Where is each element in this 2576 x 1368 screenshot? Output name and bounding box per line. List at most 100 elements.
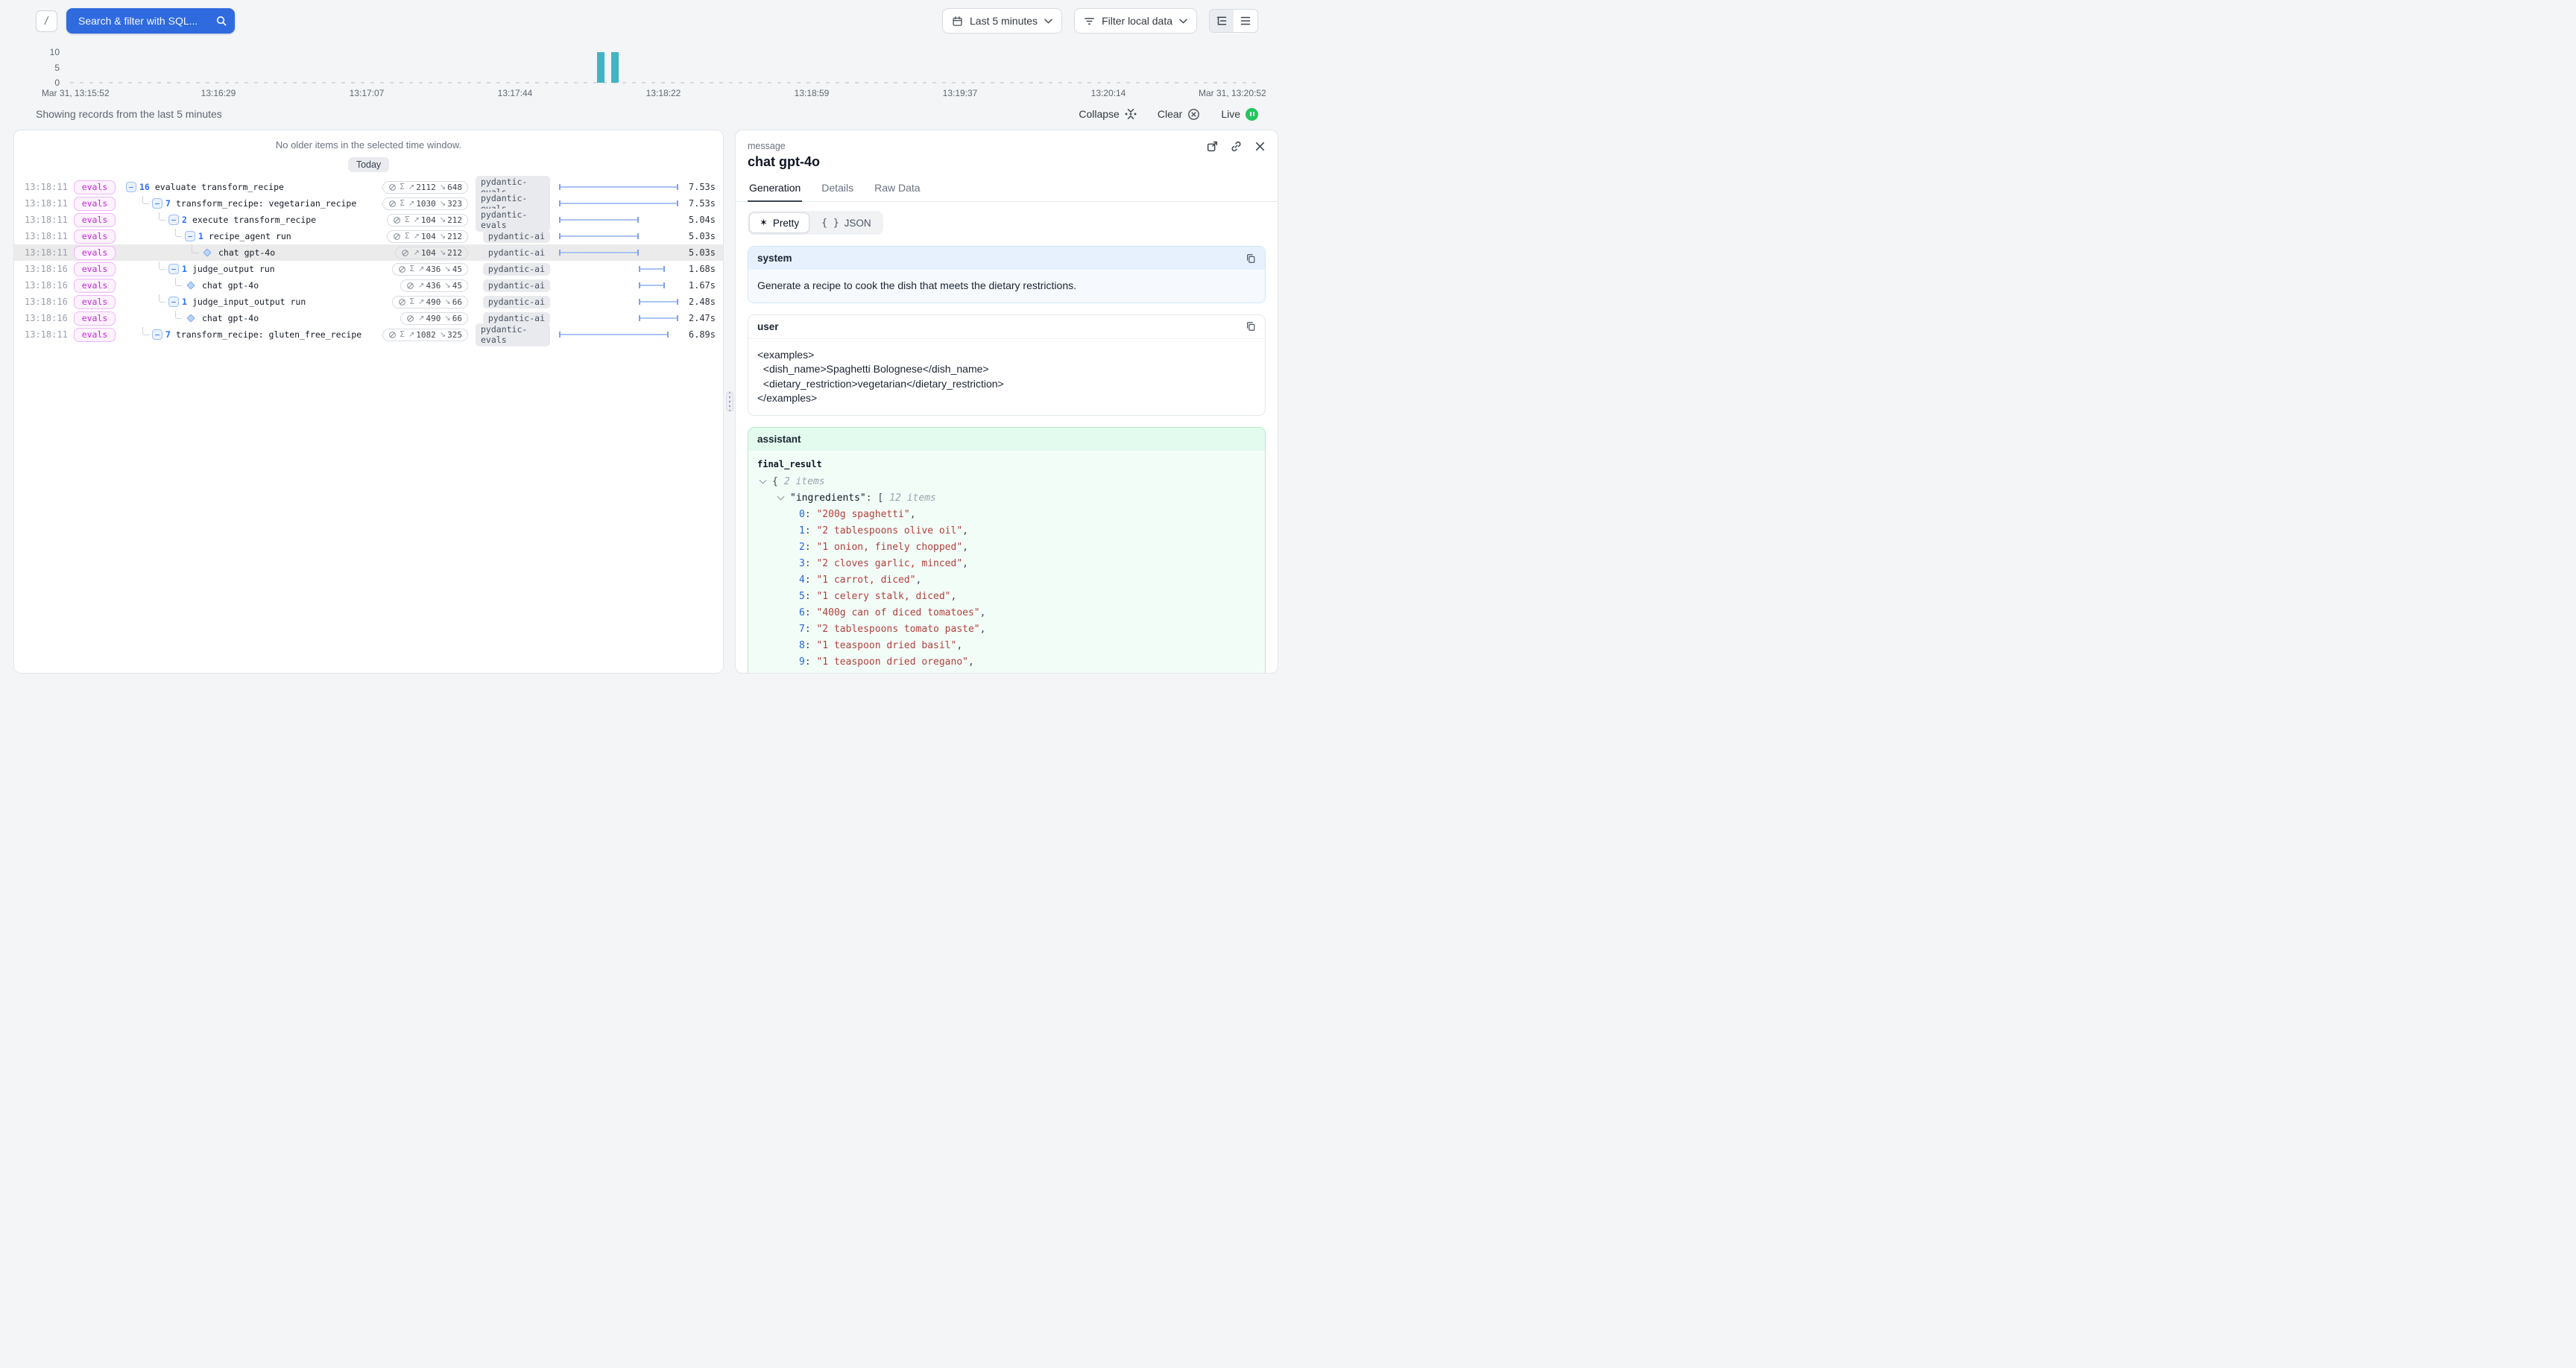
evals-badge[interactable]: evals: [74, 311, 116, 326]
duration-gantt: [559, 329, 678, 341]
trace-row[interactable]: 13:18:11evalschat gpt-4o↗104↘212pydantic…: [14, 244, 723, 261]
duration-label: 7.53s: [678, 182, 716, 192]
live-toggle[interactable]: Live: [1221, 108, 1258, 121]
attributes-token-chip[interactable]: Σ↗2112↘648: [382, 181, 468, 194]
keyboard-shortcut-button[interactable]: /: [36, 10, 57, 32]
chart-plot[interactable]: [70, 42, 1257, 83]
arrow-up-right-icon: ↗: [408, 331, 414, 339]
framework-tag[interactable]: pydantic-evals: [476, 209, 550, 232]
trace-row[interactable]: 13:18:16evalschat gpt-4o↗436↘45pydantic-…: [14, 277, 723, 294]
view-mode-pretty[interactable]: ✶Pretty: [749, 212, 809, 233]
attributes-token-chip[interactable]: Σ↗1030↘323: [382, 197, 468, 210]
tab-generation[interactable]: Generation: [748, 177, 802, 202]
collapse-icon: [1125, 108, 1137, 120]
attributes-icon: [398, 265, 406, 273]
evals-badge[interactable]: evals: [74, 180, 116, 194]
row-timestamp: 13:18:16: [25, 297, 71, 307]
trace-row[interactable]: 13:18:11evals−2execute transform_recipeΣ…: [14, 212, 723, 228]
arrow-down-right-icon: ↘: [440, 249, 446, 257]
view-mode-json[interactable]: { }JSON: [811, 212, 882, 233]
child-count: 1: [198, 231, 203, 241]
evals-badge[interactable]: evals: [74, 197, 116, 211]
framework-tag[interactable]: pydantic-ai: [483, 247, 550, 259]
tokens-out: ↘45: [444, 265, 462, 274]
duration-label: 7.53s: [678, 198, 716, 209]
search-input[interactable]: [77, 14, 215, 28]
attributes-token-chip[interactable]: Σ↗436↘45: [392, 263, 468, 276]
collapse-all-button[interactable]: Collapse: [1079, 108, 1136, 120]
collapse-toggle[interactable]: −1: [168, 297, 187, 307]
json-array-item: 0: "200g spaghetti",: [757, 507, 1256, 523]
evals-badge[interactable]: evals: [74, 328, 116, 342]
attributes-icon: [388, 200, 397, 208]
chart-baseline-ticks: [70, 82, 1257, 83]
view-toggle-list[interactable]: [1234, 10, 1257, 32]
evals-badge[interactable]: evals: [74, 262, 116, 276]
filter-local-data-dropdown[interactable]: Filter local data: [1074, 8, 1197, 34]
framework-tag[interactable]: pydantic-ai: [483, 263, 550, 276]
span-name: chat gpt-4o: [218, 247, 275, 258]
collapse-toggle[interactable]: −7: [152, 198, 171, 209]
attributes-token-chip[interactable]: ↗436↘45: [400, 279, 468, 292]
expand-caret-icon[interactable]: [777, 493, 785, 500]
close-icon[interactable]: [1254, 140, 1266, 153]
tokens-in: ↗104: [413, 248, 435, 258]
histogram-bar[interactable]: [597, 52, 604, 83]
clear-button[interactable]: Clear: [1158, 108, 1200, 121]
arrow-down-right-icon: ↘: [440, 183, 446, 191]
attributes-token-chip[interactable]: Σ↗104↘212: [387, 214, 468, 227]
attributes-token-chip[interactable]: Σ↗1082↘325: [382, 329, 468, 341]
child-count: 1: [182, 297, 187, 307]
trace-row[interactable]: 13:18:16evals−1judge_input_output runΣ↗4…: [14, 294, 723, 310]
trace-row[interactable]: 13:18:11evals−1recipe_agent runΣ↗104↘212…: [14, 228, 723, 244]
collapse-toggle[interactable]: −2: [168, 215, 187, 225]
duration-gantt: [559, 230, 678, 242]
evals-badge[interactable]: evals: [74, 279, 116, 293]
topbar: / Last 5 minutes: [0, 0, 1288, 42]
json-root-summary: 2 items: [784, 476, 825, 487]
copy-icon[interactable]: [1246, 253, 1256, 264]
time-range-dropdown[interactable]: Last 5 minutes: [942, 8, 1062, 34]
framework-tag[interactable]: pydantic-ai: [483, 230, 550, 243]
collapse-toggle[interactable]: −7: [152, 329, 171, 340]
arrow-down-right-icon: ↘: [444, 265, 450, 273]
tokens-out: ↘66: [444, 314, 462, 323]
view-mode-switch: ✶Pretty{ }JSON: [748, 211, 883, 235]
framework-tag[interactable]: pydantic-ai: [483, 296, 550, 308]
trace-row[interactable]: 13:18:11evals−7transform_recipe: vegetar…: [14, 195, 723, 212]
copy-link-icon[interactable]: [1230, 140, 1243, 153]
attributes-token-chip[interactable]: Σ↗490↘66: [392, 296, 468, 308]
tab-details[interactable]: Details: [820, 177, 855, 201]
view-toggle-tree[interactable]: [1210, 10, 1234, 32]
trace-row[interactable]: 13:18:11evals−16evaluate transform_recip…: [14, 179, 723, 195]
span-name: chat gpt-4o: [202, 313, 259, 323]
trace-row[interactable]: 13:18:11evals−7transform_recipe: gluten_…: [14, 326, 723, 343]
collapse-toggle[interactable]: −16: [126, 182, 150, 192]
histogram-bar[interactable]: [611, 52, 619, 83]
attributes-token-chip[interactable]: ↗490↘66: [400, 312, 468, 325]
attributes-token-chip[interactable]: Σ↗104↘212: [387, 230, 468, 243]
collapse-toggle[interactable]: −1: [185, 231, 203, 241]
row-timestamp: 13:18:11: [25, 215, 71, 225]
span-leaf-icon: [186, 281, 195, 289]
evals-badge[interactable]: evals: [74, 295, 116, 309]
framework-tag[interactable]: pydantic-evals: [476, 323, 550, 346]
sql-search-box[interactable]: [66, 8, 235, 34]
expand-caret-icon[interactable]: [760, 476, 767, 484]
framework-tag[interactable]: pydantic-ai: [483, 279, 550, 292]
search-icon[interactable]: [215, 15, 227, 27]
y-tick-label: 0: [54, 77, 60, 89]
attributes-token-chip[interactable]: ↗104↘212: [395, 247, 468, 259]
expand-panel-icon[interactable]: [1206, 140, 1219, 153]
trace-row[interactable]: 13:18:16evalschat gpt-4o↗490↘66pydantic-…: [14, 310, 723, 326]
tab-raw-data[interactable]: Raw Data: [873, 177, 921, 201]
arrow-up-right-icon: ↗: [413, 249, 419, 257]
evals-badge[interactable]: evals: [74, 213, 116, 227]
evals-badge[interactable]: evals: [74, 229, 116, 244]
collapse-toggle[interactable]: −1: [168, 264, 187, 274]
evals-badge[interactable]: evals: [74, 246, 116, 260]
trace-row[interactable]: 13:18:16evals−1judge_output runΣ↗436↘45p…: [14, 261, 723, 277]
copy-icon[interactable]: [1246, 321, 1256, 332]
splitter-handle[interactable]: [726, 392, 733, 412]
attributes-icon: [401, 249, 409, 257]
